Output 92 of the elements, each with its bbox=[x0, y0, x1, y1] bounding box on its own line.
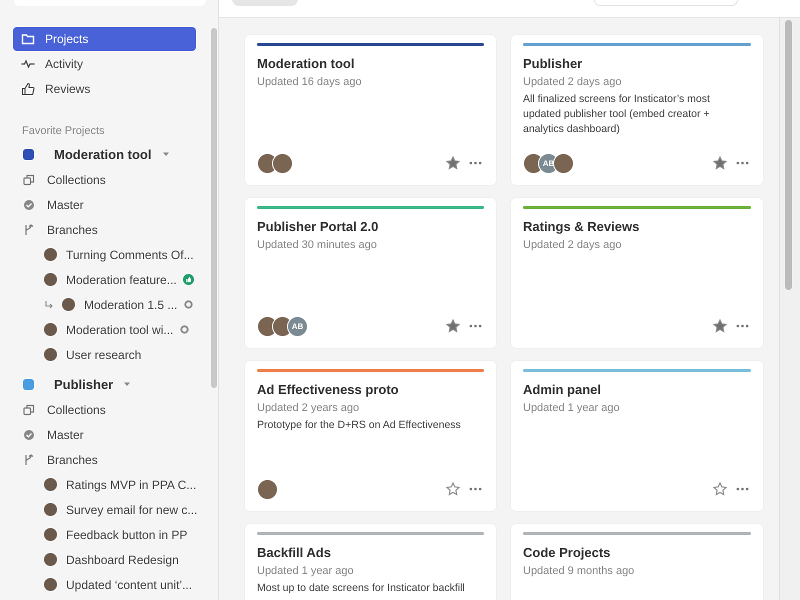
sidebar-item[interactable]: Master bbox=[13, 422, 218, 447]
updated-time: Updated 16 days ago bbox=[257, 76, 363, 88]
avatar bbox=[44, 528, 57, 541]
project-description: Most up to date screens for Insticator backfill bbox=[257, 581, 466, 596]
project-title: Ratings & Reviews bbox=[523, 219, 640, 234]
project-title: Backfill Ads bbox=[257, 545, 332, 560]
more-icon[interactable] bbox=[469, 324, 482, 328]
project-card[interactable]: Ad Effectiveness proto Updated 2 years ago Prototype for the D+RS on Ad Effectiveness bbox=[245, 361, 496, 511]
avatar bbox=[553, 152, 574, 174]
project-title: Publisher Portal 2.0 bbox=[257, 219, 380, 234]
project-description: All finalized screens for Insticator’s most updated publisher tool (embed creator + analytics dashboard) bbox=[523, 92, 711, 137]
section-heading: Favorite Projects bbox=[22, 125, 106, 137]
branch-item[interactable]: Survey email for new c... bbox=[13, 497, 218, 522]
more-icon[interactable] bbox=[736, 324, 749, 328]
badge-check-icon bbox=[23, 198, 35, 210]
avatar bbox=[44, 578, 57, 591]
nav-item[interactable]: Activity bbox=[13, 52, 196, 76]
updated-time: Updated 2 days ago bbox=[523, 76, 622, 88]
caret-icon[interactable] bbox=[123, 380, 132, 388]
scrollbar[interactable] bbox=[211, 28, 217, 388]
branch-item[interactable]: Feedback button in PP bbox=[13, 522, 218, 547]
sidebar-item[interactable]: Collections bbox=[13, 397, 218, 422]
updated-time: Updated 2 days ago bbox=[523, 239, 622, 251]
updated-time: Updated 9 months ago bbox=[523, 565, 636, 577]
thumbs-up-icon bbox=[21, 82, 35, 96]
more-icon[interactable] bbox=[736, 161, 749, 165]
avatar bbox=[44, 503, 57, 516]
avatar: AB bbox=[287, 316, 308, 336]
copy-icon bbox=[23, 404, 35, 416]
avatar bbox=[44, 478, 57, 491]
project-title: Publisher bbox=[523, 56, 584, 71]
eye-icon bbox=[179, 324, 190, 335]
updated-time: Updated 30 minutes ago bbox=[257, 239, 378, 251]
updated-time: Updated 1 year ago bbox=[523, 402, 621, 414]
branch-item[interactable]: Ratings MVP in PPA C... bbox=[13, 472, 218, 497]
sidebar-item[interactable]: Master bbox=[13, 192, 218, 217]
avatar bbox=[62, 298, 75, 311]
star-icon[interactable] bbox=[446, 319, 460, 333]
star-icon[interactable] bbox=[713, 319, 727, 333]
scrollbar[interactable] bbox=[779, 18, 800, 600]
badge-check-icon bbox=[23, 428, 35, 440]
copy-icon bbox=[23, 174, 35, 186]
project-card[interactable]: Code Projects Updated 9 months ago bbox=[511, 524, 763, 600]
project-card[interactable]: Publisher Portal 2.0 Updated 30 minutes ago AB bbox=[245, 198, 496, 348]
pulse-icon bbox=[21, 57, 35, 71]
project-description: Prototype for the D+RS on Ad Effectiveness bbox=[257, 418, 462, 433]
return-arrow-icon bbox=[44, 300, 54, 310]
project-title: Code Projects bbox=[523, 545, 612, 560]
branch-item[interactable]: Updated ‘content unit’... bbox=[13, 572, 218, 597]
nav-item[interactable]: Projects bbox=[13, 27, 196, 51]
more-icon[interactable] bbox=[469, 487, 482, 491]
sidebar-item[interactable]: Branches bbox=[13, 447, 218, 472]
more-icon[interactable] bbox=[736, 487, 749, 491]
branch-item[interactable]: Dashboard Redesign bbox=[13, 547, 218, 572]
approved-icon bbox=[182, 274, 194, 285]
avatar bbox=[272, 152, 293, 174]
updated-time: Updated 2 years ago bbox=[257, 402, 360, 414]
star-icon[interactable] bbox=[713, 156, 727, 170]
avatar bbox=[44, 273, 57, 286]
project-title: Ad Effectiveness proto bbox=[257, 382, 400, 397]
more-icon[interactable] bbox=[469, 161, 482, 165]
project-title: Moderation tool bbox=[257, 56, 356, 71]
project-card[interactable]: Moderation tool Updated 16 days ago bbox=[245, 35, 496, 185]
branch-item[interactable]: Moderation 1.5 ... bbox=[13, 292, 218, 317]
avatar bbox=[44, 553, 57, 566]
avatar bbox=[44, 323, 57, 336]
project-card[interactable]: Ratings & Reviews Updated 2 days ago bbox=[511, 198, 763, 348]
folder-icon bbox=[21, 32, 35, 46]
sidebar-item[interactable]: Branches bbox=[13, 217, 218, 242]
project-title: Admin panel bbox=[523, 382, 602, 397]
project-name[interactable]: Moderation tool bbox=[54, 146, 152, 162]
project-card[interactable]: Publisher Updated 2 days ago All finalized screens for Insticator’s most updated publisher tool (embed creator + analytics dashboard) AB bbox=[511, 35, 763, 185]
updated-time: Updated 1 year ago bbox=[257, 565, 355, 577]
branch-item[interactable]: User research bbox=[13, 342, 218, 367]
branch-item[interactable]: Moderation tool wi... bbox=[13, 317, 218, 342]
branch-icon bbox=[23, 224, 35, 236]
project-name[interactable]: Publisher bbox=[54, 376, 114, 392]
avatar bbox=[44, 248, 57, 261]
caret-icon[interactable] bbox=[162, 150, 170, 158]
star-icon[interactable] bbox=[446, 156, 460, 170]
avatar bbox=[44, 348, 57, 361]
branch-item[interactable]: Turning Comments Of... bbox=[13, 242, 218, 267]
branch-item[interactable]: Moderation feature... bbox=[13, 267, 218, 292]
star-icon[interactable] bbox=[713, 482, 727, 496]
avatar bbox=[257, 478, 278, 500]
branch-icon bbox=[23, 454, 35, 466]
sidebar-item[interactable]: Collections bbox=[13, 167, 218, 192]
nav-item[interactable]: Reviews bbox=[13, 77, 196, 101]
project-card[interactable]: Admin panel Updated 1 year ago bbox=[511, 361, 763, 511]
project-card[interactable]: Backfill Ads Updated 1 year ago Most up to date screens for Insticator backfill bbox=[245, 524, 496, 600]
eye-icon bbox=[183, 299, 194, 310]
star-icon[interactable] bbox=[446, 482, 460, 496]
